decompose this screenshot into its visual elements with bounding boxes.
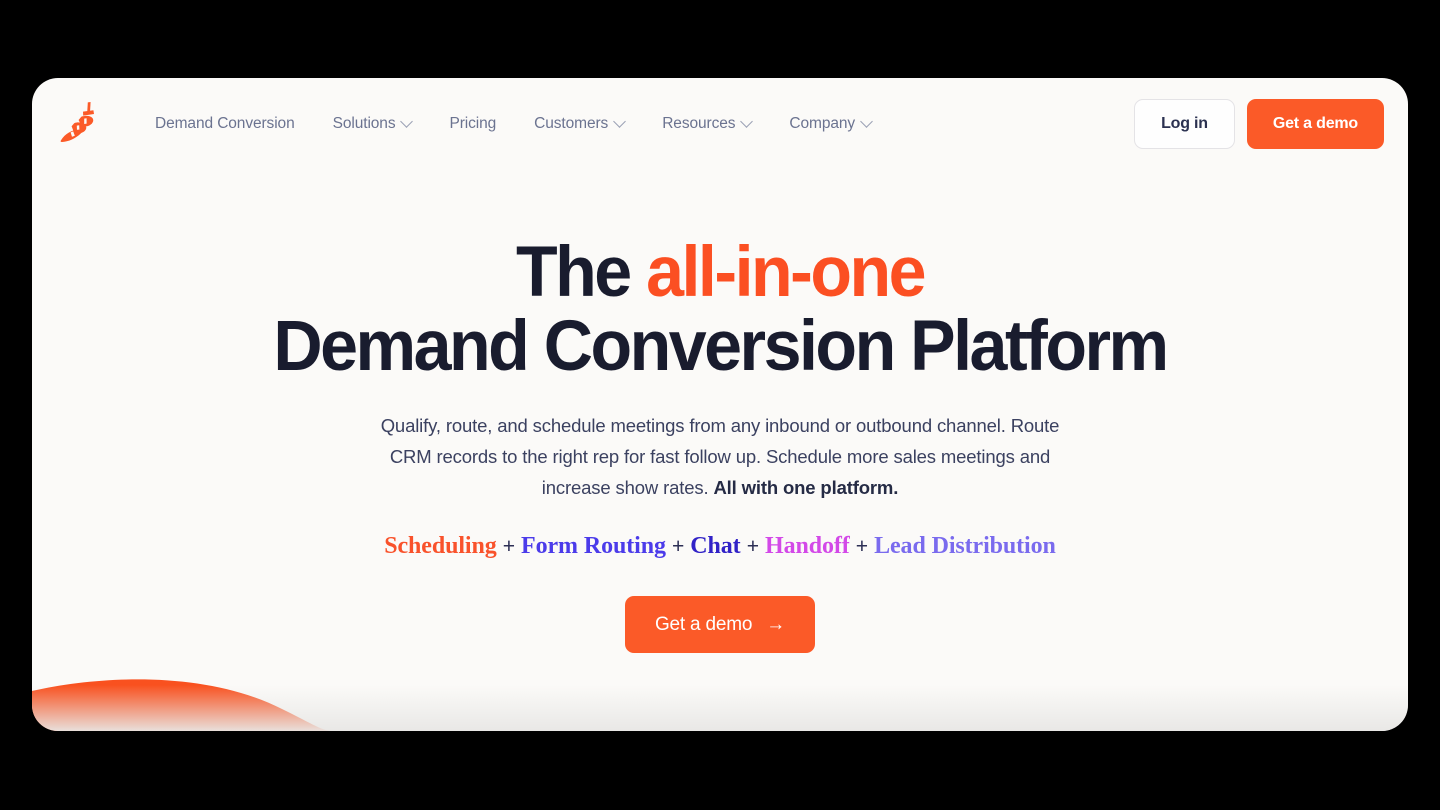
arrow-right-icon: → <box>766 614 786 635</box>
cta-container: Get a demo → <box>72 596 1368 653</box>
screen-root: Demand Conversion Solutions Pricing Cust… <box>0 0 1440 810</box>
chevron-down-icon <box>613 114 627 128</box>
headline-accent: all-in-one <box>646 233 926 312</box>
headline-prefix: The <box>515 233 647 312</box>
nav-label: Company <box>789 115 856 132</box>
chevron-down-icon <box>860 114 873 128</box>
chevron-down-icon <box>400 114 414 128</box>
nav-label: Solutions <box>332 115 396 132</box>
website-page-card: Demand Conversion Solutions Pricing Cust… <box>32 78 1408 731</box>
feature-chat: Chat <box>690 533 741 559</box>
feature-handoff: Handoff <box>765 533 850 559</box>
nav-label: Pricing <box>449 115 497 132</box>
feature-form-routing: Form Routing <box>521 533 666 559</box>
header-actions: Log in Get a demo <box>1134 99 1384 149</box>
chili-pepper-icon <box>60 102 94 143</box>
nav-item-resources[interactable]: Resources <box>643 107 770 141</box>
chevron-down-icon <box>740 114 754 128</box>
login-button[interactable]: Log in <box>1134 99 1235 149</box>
feature-separator: + <box>746 533 760 558</box>
header-get-demo-button[interactable]: Get a demo <box>1246 99 1384 149</box>
card-bottom-fade <box>32 685 1408 731</box>
nav-label: Customers <box>534 115 609 132</box>
subhead-bold-text: All with one platform. <box>713 477 899 498</box>
nav-label: Resources <box>662 115 736 132</box>
feature-scheduling: Scheduling <box>384 533 497 559</box>
nav-label: Demand Conversion <box>155 115 295 132</box>
feature-separator: + <box>855 533 869 558</box>
feature-list: Scheduling + Form Routing + Chat + Handoff + Lea… <box>72 533 1368 560</box>
orange-wave-shape <box>32 679 332 731</box>
main-navigation: Demand Conversion Solutions Pricing Cust… <box>136 107 890 141</box>
chili-pepper-logo[interactable] <box>50 96 106 152</box>
feature-lead-distribution: Lead Distribution <box>874 533 1056 559</box>
feature-separator: + <box>671 533 685 558</box>
page-title: The all-in-one Demand Conversion Platfor… <box>98 237 1342 386</box>
nav-item-pricing[interactable]: Pricing <box>430 107 515 141</box>
hero-section: The all-in-one Demand Conversion Platfor… <box>32 237 1408 653</box>
nav-item-company[interactable]: Company <box>770 107 890 141</box>
cta-label: Get a demo <box>654 613 753 635</box>
hero-get-demo-button[interactable]: Get a demo → <box>624 596 816 653</box>
nav-item-solutions[interactable]: Solutions <box>314 107 431 141</box>
hero-subheading: Qualify, route, and schedule meetings fr… <box>360 410 1080 503</box>
site-header: Demand Conversion Solutions Pricing Cust… <box>32 78 1408 170</box>
feature-separator: + <box>502 533 516 558</box>
headline-line-2: Demand Conversion Platform <box>273 307 1169 386</box>
nav-item-customers[interactable]: Customers <box>515 107 643 141</box>
nav-item-demand-conversion[interactable]: Demand Conversion <box>136 107 314 141</box>
